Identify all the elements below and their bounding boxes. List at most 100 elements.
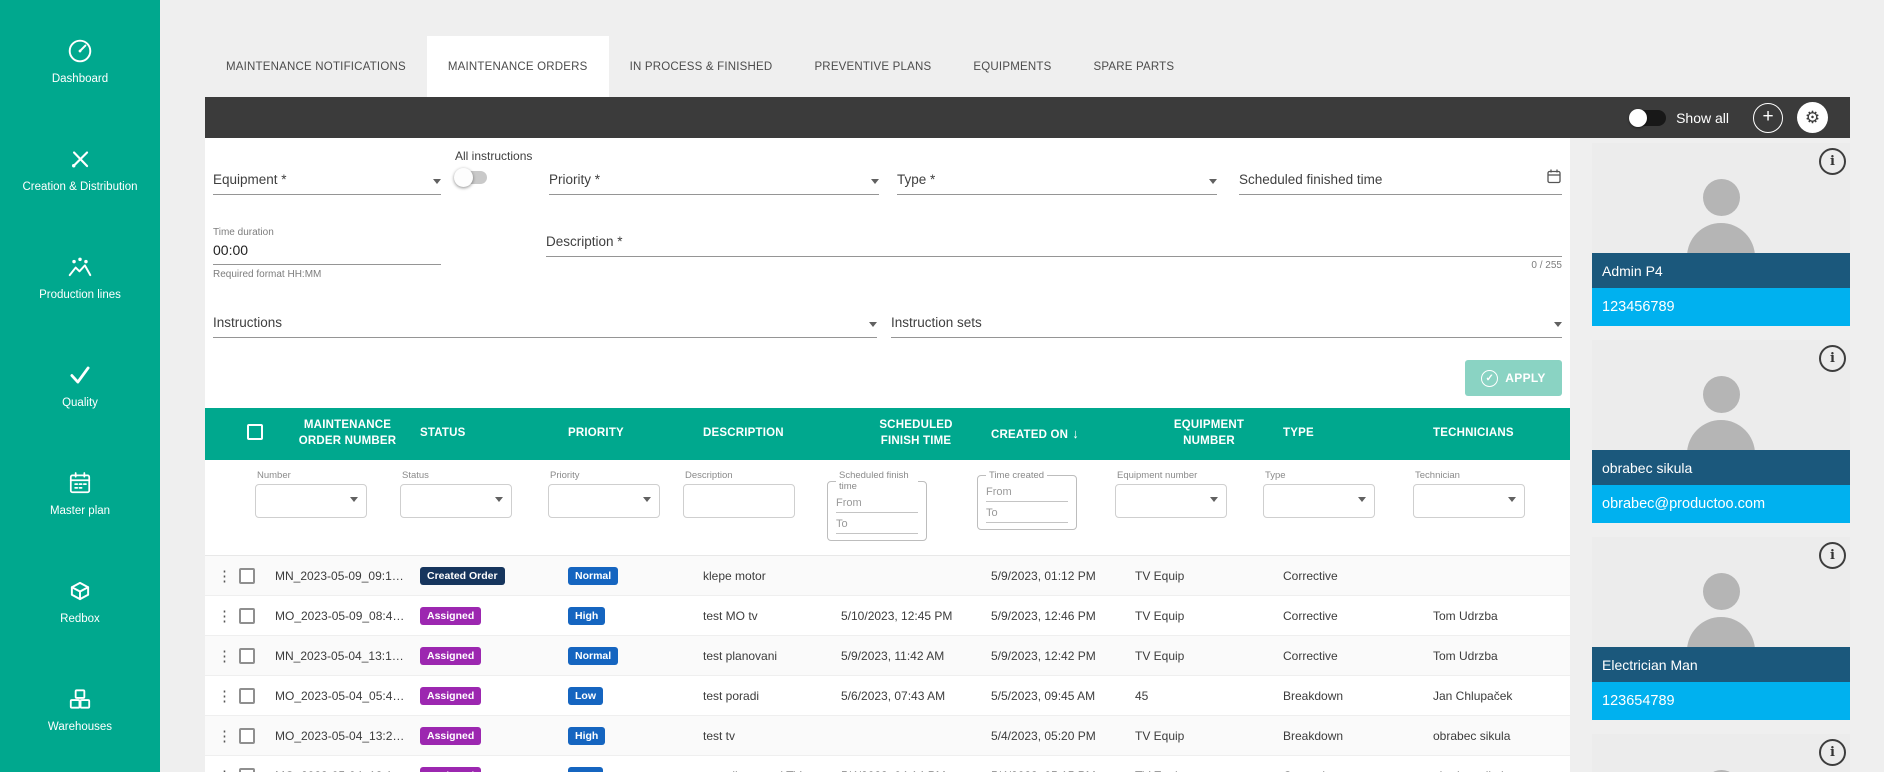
info-icon[interactable]: i [1819, 739, 1846, 766]
table-row[interactable]: ⋮ MO_2023-05-04_13:20:27 Assigned High t… [205, 716, 1570, 756]
cell-created: 5/9/2023, 01:12 PM [991, 569, 1135, 583]
type-filter-dropdown[interactable]: Type * [897, 165, 1217, 195]
description-column-filter[interactable] [683, 484, 795, 518]
tab-preventive-plans[interactable]: PREVENTIVE PLANS [793, 36, 952, 97]
apply-button-label: APPLY [1505, 371, 1545, 385]
priority-filter-dropdown[interactable]: Priority * [549, 165, 879, 195]
time-duration-field: Time duration 00:00 Required format HH:M… [213, 227, 441, 280]
settings-gear-icon[interactable]: ⚙ [1797, 102, 1828, 133]
priority-column-filter[interactable] [548, 484, 660, 518]
col-description: DESCRIPTION [703, 426, 841, 442]
cell-description: test MO tv [703, 609, 841, 623]
technician-card: i Admin P4 123456789 [1592, 143, 1850, 326]
priority-badge: High [568, 727, 605, 745]
priority-badge: Normal [568, 647, 618, 665]
row-menu-icon[interactable]: ⋮ [217, 727, 227, 745]
description-field: Description * 0 / 255 [546, 227, 1562, 280]
technician-contact: obrabec@productoo.com [1592, 485, 1850, 523]
check-circle-icon: ✓ [1481, 370, 1498, 387]
info-icon[interactable]: i [1819, 345, 1846, 372]
table-row[interactable]: ⋮ MO_2023-05-04_13:15:08 Assigned Low te… [205, 756, 1570, 772]
equipment-number-filter[interactable] [1115, 484, 1227, 518]
info-icon[interactable]: i [1819, 148, 1846, 175]
sidebar-item-production-lines[interactable]: Production lines [0, 224, 160, 332]
chevron-down-icon [1358, 497, 1366, 502]
technician-card: i [1592, 734, 1850, 772]
instruction-sets-dropdown[interactable]: Instruction sets [891, 308, 1562, 338]
tab-maintenance-orders[interactable]: MAINTENANCE ORDERS [427, 36, 609, 97]
technician-name: obrabec sikula [1592, 450, 1850, 485]
cell-order-number: MO_2023-05-09_08:46:36 [275, 609, 420, 623]
row-checkbox[interactable] [239, 728, 255, 744]
table-row[interactable]: ⋮ MO_2023-05-04_05:45:08 Assigned Low te… [205, 676, 1570, 716]
apply-button[interactable]: ✓ APPLY [1465, 360, 1562, 396]
description-input[interactable]: Description * [546, 227, 1562, 257]
cell-order-number: MO_2023-05-04_13:15:08 [275, 769, 420, 772]
row-checkbox[interactable] [239, 648, 255, 664]
toggle-knob [1629, 109, 1647, 127]
all-instructions-toggle[interactable] [455, 171, 487, 184]
table-row[interactable]: ⋮ MN_2023-05-04_13:13:24 Assigned Normal… [205, 636, 1570, 676]
sidebar-item-redbox[interactable]: Redbox [0, 548, 160, 656]
calendar-icon[interactable] [1546, 168, 1562, 187]
info-icon[interactable]: i [1819, 542, 1846, 569]
sidebar-item-quality[interactable]: Quality [0, 332, 160, 440]
cell-order-number: MN_2023-05-04_13:13:24 [275, 649, 420, 663]
scheduled-from-input[interactable]: From [836, 492, 918, 513]
col-technicians: TECHNICIANS [1433, 426, 1570, 442]
scheduled-finished-time-field[interactable]: Scheduled finished time [1239, 165, 1562, 195]
chevron-down-icon [1210, 497, 1218, 502]
table-row[interactable]: ⋮ MO_2023-05-09_08:46:36 Assigned High t… [205, 596, 1570, 636]
time-duration-label: Time duration [213, 227, 441, 238]
equipment-filter-dropdown[interactable]: Equipment * [213, 165, 441, 195]
number-filter[interactable] [255, 484, 367, 518]
tab-in-process-finished[interactable]: IN PROCESS & FINISHED [609, 36, 794, 97]
row-menu-icon[interactable]: ⋮ [217, 647, 227, 665]
tab-maintenance-notifications[interactable]: MAINTENANCE NOTIFICATIONS [205, 36, 427, 97]
time-duration-hint: Required format HH:MM [213, 269, 441, 280]
created-from-input[interactable]: From [986, 481, 1068, 502]
sidebar-item-warehouses[interactable]: Warehouses [0, 656, 160, 764]
show-all-toggle[interactable] [1630, 110, 1666, 126]
col-created: CREATED ON↓ [991, 425, 1135, 444]
chevron-down-icon [1209, 179, 1217, 184]
row-checkbox[interactable] [239, 608, 255, 624]
tab-equipments[interactable]: EQUIPMENTS [952, 36, 1072, 97]
table-row[interactable]: ⋮ MN_2023-05-09_09:12:03 Created Order N… [205, 556, 1570, 596]
status-badge: Assigned [420, 767, 481, 772]
status-badge: Assigned [420, 647, 481, 665]
row-checkbox[interactable] [239, 688, 255, 704]
time-duration-input[interactable]: 00:00 [213, 238, 441, 265]
created-to-input[interactable]: To [986, 502, 1068, 523]
tab-spare-parts[interactable]: SPARE PARTS [1072, 36, 1195, 97]
cell-description: test planovani [703, 649, 841, 663]
sidebar-item-dashboard[interactable]: Dashboard [0, 8, 160, 116]
row-menu-icon[interactable]: ⋮ [217, 687, 227, 705]
sidebar-item-label: Redbox [57, 613, 103, 627]
sort-desc-icon[interactable]: ↓ [1072, 426, 1079, 441]
status-filter[interactable] [400, 484, 512, 518]
tools-icon [67, 146, 93, 172]
instructions-dropdown[interactable]: Instructions [213, 308, 877, 338]
row-menu-icon[interactable]: ⋮ [217, 767, 227, 772]
sidebar-item-master-plan[interactable]: Master plan [0, 440, 160, 548]
col-status: STATUS [420, 426, 568, 442]
sidebar-item-label: Quality [59, 397, 101, 411]
select-all-checkbox[interactable] [247, 424, 263, 440]
technician-filter[interactable] [1413, 484, 1525, 518]
type-column-filter[interactable] [1263, 484, 1375, 518]
row-menu-icon[interactable]: ⋮ [217, 607, 227, 625]
scheduled-finished-time-label: Scheduled finished time [1239, 172, 1382, 187]
cell-description: klepe motor [703, 569, 841, 583]
sidebar-item-creation-distribution[interactable]: Creation & Distribution [0, 116, 160, 224]
cell-order-number: MN_2023-05-09_09:12:03 [275, 569, 420, 583]
row-checkbox[interactable] [239, 568, 255, 584]
row-menu-icon[interactable]: ⋮ [217, 567, 227, 585]
add-button[interactable]: + [1753, 103, 1783, 133]
row-checkbox[interactable] [239, 768, 255, 772]
scheduled-to-input[interactable]: To [836, 513, 918, 534]
status-badge: Assigned [420, 727, 481, 745]
chevron-down-icon [1508, 497, 1516, 502]
priority-badge: Normal [568, 567, 618, 585]
toggle-knob [454, 168, 473, 187]
